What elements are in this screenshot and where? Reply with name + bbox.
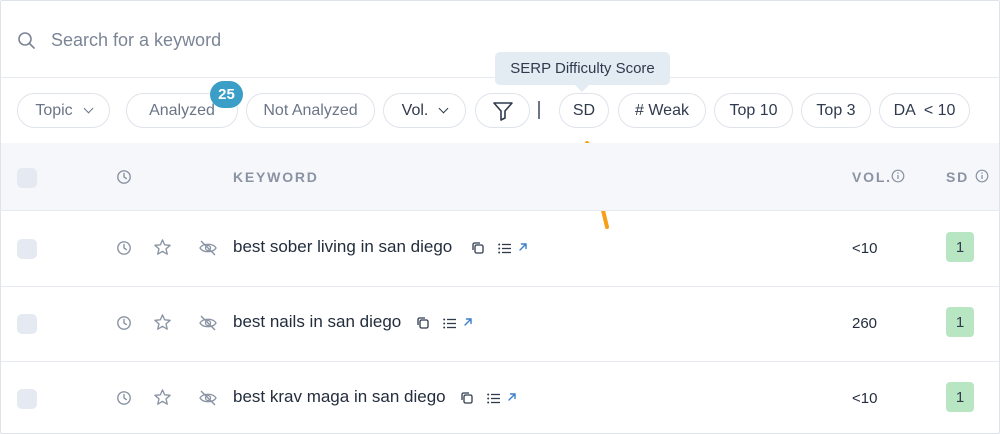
- tooltip-text: SERP Difficulty Score: [510, 60, 655, 77]
- chevron-down-icon: [438, 103, 449, 114]
- sd-score-badge: 1: [946, 232, 974, 262]
- volume-value: <10: [852, 390, 878, 407]
- row-checkbox[interactable]: [17, 239, 37, 259]
- keyword-table-panel: SERP Difficulty Score Topic Analyzed 25 …: [0, 0, 1000, 434]
- volume-column-header[interactable]: VOL.: [852, 169, 892, 185]
- volume-dropdown[interactable]: Vol.: [383, 93, 466, 128]
- copy-icon[interactable]: [460, 391, 474, 405]
- not-analyzed-filter[interactable]: Not Analyzed: [246, 93, 375, 128]
- filter-separator: [538, 101, 540, 119]
- da-filter[interactable]: DA < 10: [879, 93, 970, 128]
- keyword-text[interactable]: best sober living in san diego: [233, 237, 452, 257]
- table-row: best sober living in san diego <10 1: [1, 212, 999, 287]
- volume-value: 260: [852, 315, 878, 332]
- list-icon[interactable]: [498, 243, 511, 254]
- filter-button[interactable]: [475, 93, 530, 128]
- volume-value: <10: [852, 240, 878, 257]
- clock-icon[interactable]: [116, 169, 132, 185]
- info-icon[interactable]: [975, 169, 989, 183]
- weak-filter[interactable]: # Weak: [618, 93, 706, 128]
- sd-tooltip: SERP Difficulty Score: [495, 52, 670, 92]
- volume-label: Vol.: [401, 101, 429, 119]
- sd-score-badge: 1: [946, 307, 974, 337]
- clock-icon[interactable]: [116, 390, 132, 406]
- chevron-down-icon: [83, 103, 94, 114]
- list-icon[interactable]: [487, 393, 500, 404]
- external-link-icon[interactable]: [463, 317, 473, 327]
- copy-icon[interactable]: [471, 241, 485, 255]
- row-checkbox[interactable]: [17, 314, 37, 334]
- select-all-checkbox[interactable]: [17, 168, 37, 188]
- table-row: best krav maga in san diego <10 1: [1, 362, 999, 433]
- star-icon[interactable]: [153, 313, 172, 332]
- eye-off-icon[interactable]: [198, 313, 218, 333]
- analyzed-count-badge: 25: [210, 81, 243, 108]
- topic-label: Topic: [35, 101, 73, 119]
- external-link-icon[interactable]: [507, 392, 517, 402]
- not-analyzed-label: Not Analyzed: [263, 101, 358, 119]
- filter-icon: [492, 101, 513, 121]
- copy-icon[interactable]: [416, 316, 430, 330]
- external-link-icon[interactable]: [518, 242, 528, 252]
- row-checkbox[interactable]: [17, 389, 37, 409]
- da-filter-label: DA: [893, 101, 916, 119]
- top3-filter-label: Top 3: [816, 101, 856, 119]
- table-header: [1, 143, 999, 211]
- weak-filter-label: # Weak: [635, 101, 689, 119]
- clock-icon[interactable]: [116, 315, 132, 331]
- analyzed-label: Analyzed: [149, 101, 215, 119]
- top3-filter[interactable]: Top 3: [801, 93, 871, 128]
- table-row: best nails in san diego 260 1: [1, 287, 999, 362]
- top10-filter[interactable]: Top 10: [714, 93, 793, 128]
- eye-off-icon[interactable]: [198, 238, 218, 258]
- star-icon[interactable]: [153, 238, 172, 257]
- da-filter-value: < 10: [923, 101, 956, 119]
- sd-filter[interactable]: SD: [559, 93, 609, 128]
- eye-off-icon[interactable]: [198, 388, 218, 408]
- list-icon[interactable]: [443, 318, 456, 329]
- topic-dropdown[interactable]: Topic: [17, 93, 110, 128]
- top10-filter-label: Top 10: [729, 101, 778, 119]
- sd-score-badge: 1: [946, 382, 974, 412]
- sd-column-header[interactable]: SD: [946, 169, 969, 185]
- keyword-text[interactable]: best krav maga in san diego: [233, 387, 446, 407]
- keyword-text[interactable]: best nails in san diego: [233, 312, 401, 332]
- info-icon[interactable]: [891, 169, 905, 183]
- search-icon: [18, 32, 35, 49]
- star-icon[interactable]: [153, 388, 172, 407]
- clock-icon[interactable]: [116, 240, 132, 256]
- sd-filter-label: SD: [572, 101, 596, 119]
- analyzed-count: 25: [218, 86, 235, 103]
- keyword-column-header[interactable]: KEYWORD: [233, 169, 319, 185]
